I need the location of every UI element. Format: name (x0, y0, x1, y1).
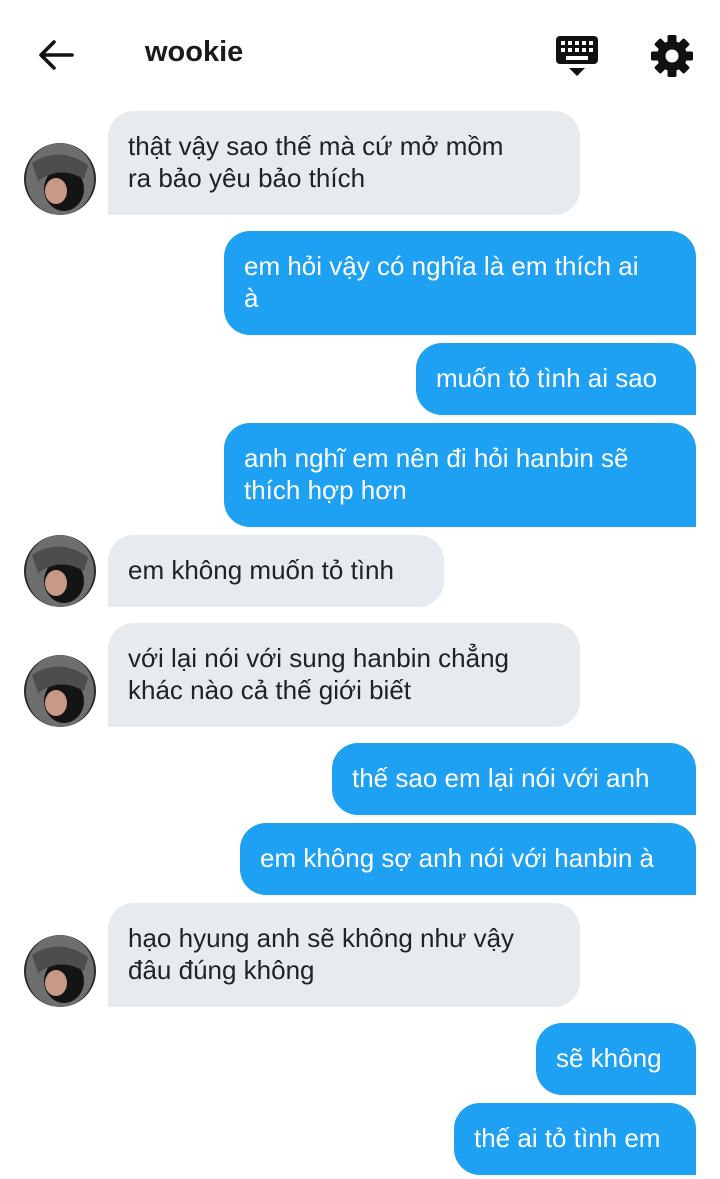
message-line: em hỏi vậy có nghĩa là em thích ai (244, 251, 639, 281)
message-line: anh nghĩ em nên đi hỏi hanbin sẽ (244, 443, 629, 473)
message-line: thích hợp hơn (244, 475, 407, 505)
message-line: em không muốn tỏ tình (128, 555, 394, 585)
message-line: em không sợ anh nói với hanbin à (260, 843, 655, 873)
message-line: thế ai tỏ tình em (474, 1123, 661, 1153)
message-line: muốn tỏ tình ai sao (436, 363, 658, 393)
message-line: à (244, 283, 259, 313)
message-bubble[interactable]: thế sao em lại nói với anh (332, 743, 696, 815)
avatar-photo (24, 535, 96, 607)
message-line: đâu đúng không (128, 955, 315, 985)
message-line: với lại nói với sung hanbin chẳng (128, 643, 509, 673)
gear-icon (651, 35, 693, 77)
back-button[interactable] (34, 33, 78, 77)
message-bubble[interactable]: hạo hyung anh sẽ không như vậy đâu đúng … (108, 903, 580, 1007)
message-bubble[interactable]: muốn tỏ tình ai sao (416, 343, 696, 415)
avatar-photo (24, 143, 96, 215)
message-line: khác nào cả thế giới biết (128, 675, 412, 705)
avatar[interactable] (24, 935, 96, 1007)
message-bubble[interactable]: thế ai tỏ tình em (454, 1103, 696, 1175)
chat-title: wookie (145, 36, 244, 68)
arrow-left-icon (39, 40, 74, 70)
message-bubble[interactable]: em không sợ anh nói với hanbin à (240, 823, 696, 895)
avatar[interactable] (24, 655, 96, 727)
settings-button[interactable] (648, 32, 696, 80)
keyboard-button[interactable] (554, 34, 600, 80)
message-line: ra bảo yêu bảo thích (128, 163, 366, 193)
message-bubble[interactable]: thật vậy sao thế mà cứ mở mồm ra bảo yêu… (108, 111, 580, 215)
message-bubble[interactable]: với lại nói với sung hanbin chẳng khác n… (108, 623, 580, 727)
message-bubble[interactable]: em hỏi vậy có nghĩa là em thích ai à (224, 231, 696, 335)
message-bubble[interactable]: anh nghĩ em nên đi hỏi hanbin sẽ thích h… (224, 423, 696, 527)
message-line: sẽ không (556, 1043, 662, 1073)
avatar[interactable] (24, 143, 96, 215)
message-bubble[interactable]: sẽ không (536, 1023, 696, 1095)
message-line: thật vậy sao thế mà cứ mở mồm (128, 131, 504, 161)
avatar[interactable] (24, 535, 96, 607)
message-line: hạo hyung anh sẽ không như vậy (128, 923, 515, 953)
avatar-photo (24, 655, 96, 727)
message-line: thế sao em lại nói với anh (352, 763, 650, 793)
chat-header: wookie (0, 0, 720, 110)
message-bubble[interactable]: em không muốn tỏ tình (108, 535, 444, 607)
keyboard-icon (556, 36, 598, 76)
avatar-photo (24, 935, 96, 1007)
